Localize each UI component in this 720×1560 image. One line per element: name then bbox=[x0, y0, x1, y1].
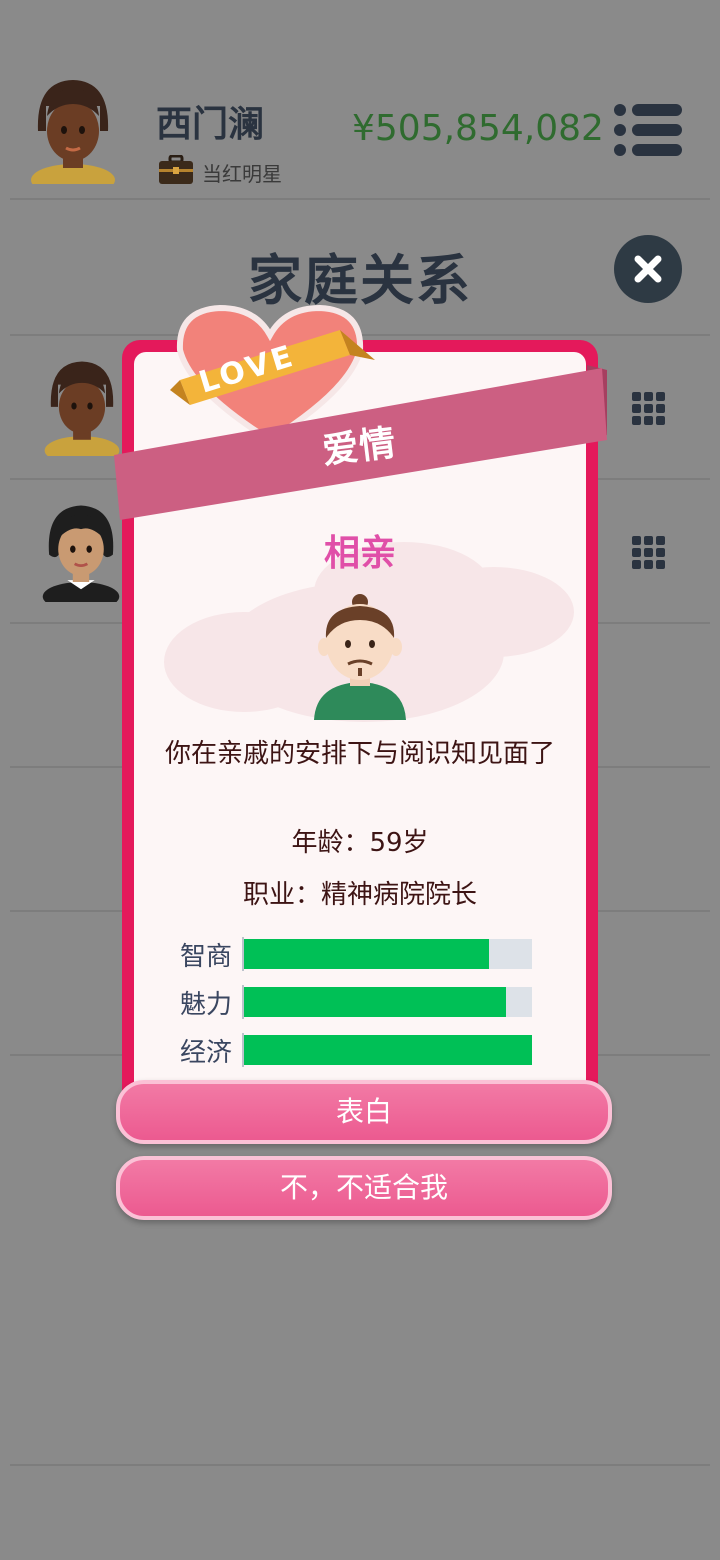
stat-row-charm: 魅力 bbox=[180, 985, 532, 1020]
event-title: 相亲 bbox=[323, 533, 396, 574]
player-avatar[interactable] bbox=[28, 76, 118, 184]
suitor-avatar bbox=[302, 592, 418, 722]
menu-icon bbox=[614, 104, 682, 156]
category-banner-text: 爱情 bbox=[320, 422, 399, 473]
menu-button[interactable] bbox=[612, 100, 684, 160]
decline-button[interactable]: 不，不适合我 bbox=[116, 1156, 612, 1220]
close-button[interactable] bbox=[614, 235, 682, 303]
suitor-age: 年龄：59岁 bbox=[291, 828, 429, 858]
confess-button[interactable]: 表白 bbox=[116, 1080, 612, 1144]
stat-bar-track bbox=[244, 1035, 532, 1065]
stat-bar-track bbox=[244, 939, 532, 969]
stat-row-economy: 经济 bbox=[180, 1033, 532, 1068]
stat-row-iq: 智商 bbox=[180, 937, 532, 972]
family-member-avatar[interactable] bbox=[40, 500, 122, 602]
stat-bar-fill bbox=[244, 1035, 532, 1065]
briefcase-icon bbox=[158, 154, 194, 189]
grid-icon[interactable] bbox=[632, 392, 666, 426]
stat-bar-fill bbox=[244, 939, 489, 969]
player-job: 当红明星 bbox=[158, 154, 282, 189]
stat-label: 智商 bbox=[180, 941, 233, 972]
player-name: 西门澜 bbox=[156, 104, 265, 145]
money-display: ¥505,854,082 bbox=[352, 108, 604, 149]
job-label: 当红明星 bbox=[202, 161, 282, 186]
suitor-career: 职业：精神病院院长 bbox=[242, 880, 477, 910]
stat-bar-track bbox=[244, 987, 532, 1017]
event-description: 你在亲戚的安排下与阅识知见面了 bbox=[164, 739, 555, 769]
close-icon bbox=[634, 255, 662, 283]
divider bbox=[10, 198, 710, 200]
stat-label: 魅力 bbox=[180, 989, 233, 1020]
family-member-avatar[interactable] bbox=[42, 356, 122, 456]
top-bar: 西门澜 当红明星 ¥505,854,082 bbox=[0, 0, 720, 200]
grid-icon[interactable] bbox=[632, 536, 666, 570]
stat-bar-fill bbox=[244, 987, 507, 1017]
divider bbox=[10, 1464, 710, 1466]
stat-label: 经济 bbox=[180, 1037, 233, 1068]
